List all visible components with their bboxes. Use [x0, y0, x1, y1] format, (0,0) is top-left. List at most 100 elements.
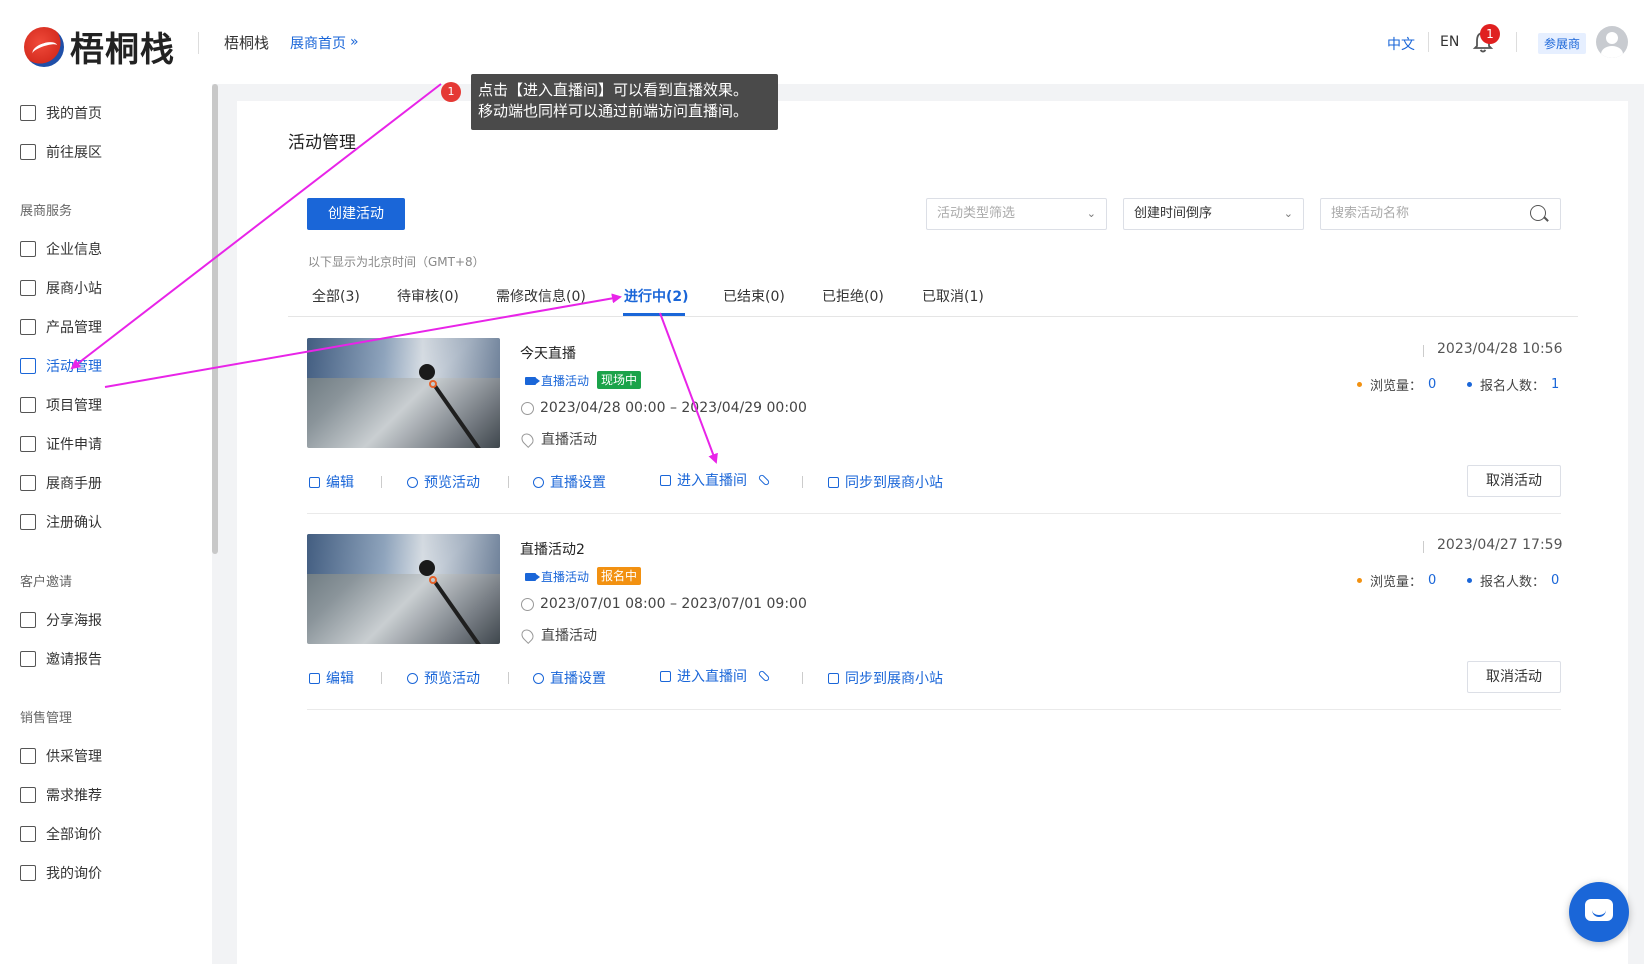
edit-pencil-icon — [309, 672, 320, 684]
tabs-divider — [288, 316, 1578, 317]
preview-label: 预览活动 — [424, 475, 480, 491]
sort-select[interactable]: 创建时间倒序 ⌄ — [1123, 198, 1304, 230]
cancel-activity-button[interactable]: 取消活动 — [1467, 661, 1561, 693]
sidebar-item-label: 全部询价 — [46, 827, 102, 843]
step-number-badge: 1 — [441, 82, 461, 102]
clock-icon — [521, 597, 534, 611]
enter-live-room-button[interactable]: 进入直播间 — [660, 666, 747, 686]
sidebar-item-product-management[interactable]: 产品管理 — [20, 317, 102, 337]
sidebar-item-company-info[interactable]: 企业信息 — [20, 239, 102, 259]
tab-needs-edit[interactable]: 需修改信息(0) — [496, 286, 586, 306]
sidebar-section-customer-invite: 客户邀请 — [20, 575, 73, 590]
date-divider — [1423, 541, 1424, 553]
sync-to-site-button[interactable]: 同步到展商小站 — [828, 668, 943, 688]
search-icon[interactable] — [1530, 205, 1546, 221]
report-icon — [20, 651, 36, 667]
preview-activity-button[interactable]: 预览活动 — [407, 472, 480, 492]
sidebar-item-label: 注册确认 — [46, 515, 102, 531]
sidebar-item-all-inquiries[interactable]: 全部询价 — [20, 824, 102, 844]
building-icon — [20, 241, 36, 257]
sidebar-item-credential-application[interactable]: 证件申请 — [20, 434, 102, 454]
activity-thumbnail[interactable] — [307, 338, 500, 448]
user-avatar[interactable] — [1596, 26, 1628, 58]
action-divider — [381, 476, 382, 488]
sidebar-item-label: 活动管理 — [46, 359, 102, 375]
sidebar-item-invite-report[interactable]: 邀请报告 — [20, 649, 102, 669]
activity-title[interactable]: 直播活动2 — [520, 539, 585, 559]
activity-title[interactable]: 今天直播 — [520, 343, 576, 363]
sync-icon — [828, 672, 839, 684]
sidebar-item-my-inquiries[interactable]: 我的询价 — [20, 863, 102, 883]
sync-to-site-button[interactable]: 同步到展商小站 — [828, 472, 943, 492]
sidebar-item-label: 项目管理 — [46, 398, 102, 414]
sidebar-item-go-to-booth[interactable]: 前往展区 — [20, 142, 102, 162]
edit-button[interactable]: 编辑 — [309, 668, 354, 688]
video-camera-icon — [525, 376, 540, 385]
location-pin-icon — [519, 626, 536, 644]
views-dot-icon — [1357, 578, 1362, 583]
location-pin-icon — [519, 430, 536, 448]
sidebar-item-exhibitor-site[interactable]: 展商小站 — [20, 278, 102, 298]
sidebar-item-label: 展商手册 — [46, 476, 102, 492]
edit-label: 编辑 — [326, 671, 354, 687]
cancel-activity-button[interactable]: 取消活动 — [1467, 465, 1561, 497]
chat-support-icon[interactable] — [1569, 882, 1629, 942]
sidebar-item-label: 我的询价 — [46, 866, 102, 882]
signups-dot-icon — [1467, 382, 1472, 387]
live-settings-label: 直播设置 — [550, 671, 606, 687]
search-input[interactable]: 搜索活动名称 — [1320, 198, 1561, 230]
activity-created-date: 2023/04/27 17:59 — [1437, 537, 1563, 553]
live-settings-button[interactable]: 直播设置 — [533, 472, 606, 492]
microphone-icon — [419, 560, 435, 576]
tab-cancelled[interactable]: 已取消(1) — [922, 286, 984, 306]
top-header: 梧桐栈 梧桐栈 展商首页 » 中文 EN 1 参展商 — [0, 0, 1644, 84]
tab-all[interactable]: 全部(3) — [312, 286, 360, 306]
create-activity-button[interactable]: 创建活动 — [307, 198, 405, 230]
activity-thumbnail[interactable] — [307, 534, 500, 644]
tab-rejected[interactable]: 已拒绝(0) — [822, 286, 884, 306]
activity-location: 直播活动 — [519, 429, 597, 449]
views-dot-icon — [1357, 382, 1362, 387]
sidebar-item-demand-recommend[interactable]: 需求推荐 — [20, 785, 102, 805]
tooltip-line-2: 移动端也同样可以通过前端访问直播间。 — [478, 102, 749, 120]
sidebar-item-registration-confirm[interactable]: 注册确认 — [20, 512, 102, 532]
signups-dot-icon — [1467, 578, 1472, 583]
double-chevron-right-icon[interactable]: » — [350, 34, 359, 50]
edit-button[interactable]: 编辑 — [309, 472, 354, 492]
views-value: 0 — [1428, 573, 1437, 588]
activity-type-filter[interactable]: 活动类型筛选 ⌄ — [926, 198, 1107, 230]
role-divider — [1516, 32, 1517, 52]
sidebar-scrollbar[interactable] — [212, 84, 218, 554]
exhibitor-home-link[interactable]: 展商首页 — [290, 33, 346, 53]
sidebar-item-project-management[interactable]: 项目管理 — [20, 395, 102, 415]
id-card-icon — [20, 436, 36, 452]
annotation-tooltip: 点击【进入直播间】可以看到直播效果。 移动端也同样可以通过前端访问直播间。 — [471, 74, 778, 130]
sidebar-item-exhibitor-manual[interactable]: 展商手册 — [20, 473, 102, 493]
sidebar-item-activity-management[interactable]: 活动管理 — [20, 356, 102, 376]
lang-zh-link[interactable]: 中文 — [1387, 34, 1415, 54]
tooltip-line-1: 点击【进入直播间】可以看到直播效果。 — [478, 81, 749, 99]
calendar-icon — [20, 358, 36, 374]
activity-time: 2023/07/01 08:00 – 2023/07/01 09:00 — [521, 596, 807, 612]
live-settings-label: 直播设置 — [550, 475, 606, 491]
tab-ended[interactable]: 已结束(0) — [723, 286, 785, 306]
tab-pending-review[interactable]: 待审核(0) — [397, 286, 459, 306]
tab-in-progress[interactable]: 进行中(2) — [624, 286, 689, 306]
main-panel — [237, 101, 1628, 964]
sort-select-value: 创建时间倒序 — [1134, 206, 1213, 221]
sidebar-item-label: 我的首页 — [46, 106, 102, 122]
action-divider — [802, 476, 803, 488]
enter-live-room-button[interactable]: 进入直播间 — [660, 470, 747, 490]
poster-icon — [20, 612, 36, 628]
sidebar-item-home[interactable]: 我的首页 — [20, 103, 102, 123]
activity-type-label: 直播活动 — [541, 374, 590, 388]
preview-activity-button[interactable]: 预览活动 — [407, 668, 480, 688]
video-camera-icon — [660, 474, 671, 486]
lang-en-link[interactable]: EN — [1440, 34, 1459, 50]
active-tab-indicator — [623, 313, 685, 316]
sidebar-item-share-poster[interactable]: 分享海报 — [20, 610, 102, 630]
signups-value: 1 — [1551, 377, 1560, 392]
logo[interactable]: 梧桐栈 — [24, 22, 175, 71]
sidebar-item-supply-purchase[interactable]: 供采管理 — [20, 746, 102, 766]
live-settings-button[interactable]: 直播设置 — [533, 668, 606, 688]
